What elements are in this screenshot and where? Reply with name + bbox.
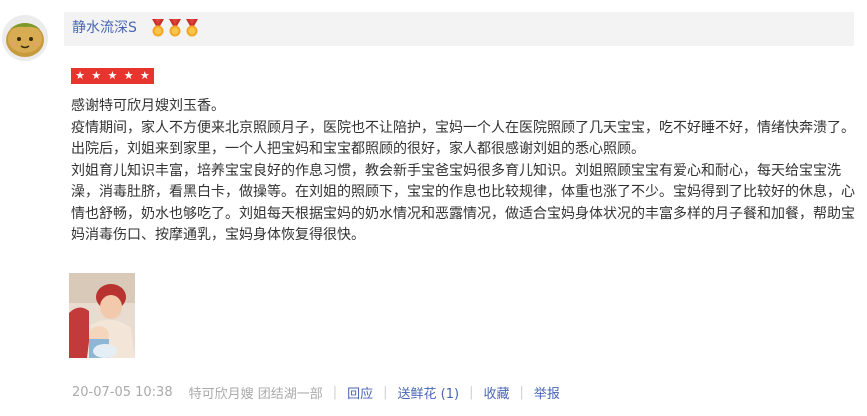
favorite-button[interactable]: 收藏 (484, 383, 510, 402)
avatar[interactable] (2, 15, 48, 61)
star-icon: ★ (91, 69, 102, 82)
review-content: 感谢特可欣月嫂刘玉香。疫情期间，家人不方便来北京照顾月子，医院也不让陪护，宝妈一… (71, 95, 855, 246)
medal-icon (151, 19, 165, 37)
send-flower-button[interactable]: 送鲜花 (1) (398, 383, 460, 402)
medal-icon (168, 19, 182, 37)
medal-icon (185, 19, 199, 37)
review-photo[interactable] (69, 273, 135, 358)
timestamp: 20-07-05 10:38 (72, 384, 173, 400)
username-link[interactable]: 静水流深S (72, 19, 137, 37)
star-icon: ★ (107, 69, 118, 82)
avatar-container (0, 6, 50, 70)
review-paragraph: 刘姐育儿知识丰富，培养宝宝良好的作息习惯，教会新手宝爸宝妈很多育儿知识。刘姐照顾… (71, 161, 855, 243)
report-button[interactable]: 举报 (534, 383, 560, 402)
separator: | (469, 384, 474, 400)
review-footer: 20-07-05 10:38 特可欣月嫂 团结湖一部 | 回应 | 送鲜花 (1… (72, 383, 560, 402)
source-label: 特可欣月嫂 团结湖一部 (188, 386, 323, 402)
star-icon: ★ (123, 69, 134, 82)
star-icon: ★ (75, 69, 86, 82)
rating-stars: ★ ★ ★ ★ ★ (71, 68, 154, 84)
reply-button[interactable]: 回应 (347, 383, 373, 402)
separator: | (332, 384, 338, 400)
review-paragraph: 感谢特可欣月嫂刘玉香。 (71, 97, 225, 113)
star-icon: ★ (139, 69, 150, 82)
review-paragraph: 疫情期间，家人不方便来北京照顾月子，医院也不让陪护，宝妈一个人在医院照顾了几天宝… (71, 118, 855, 157)
separator: | (383, 384, 388, 400)
separator: | (519, 384, 524, 400)
medal-group (151, 19, 199, 37)
